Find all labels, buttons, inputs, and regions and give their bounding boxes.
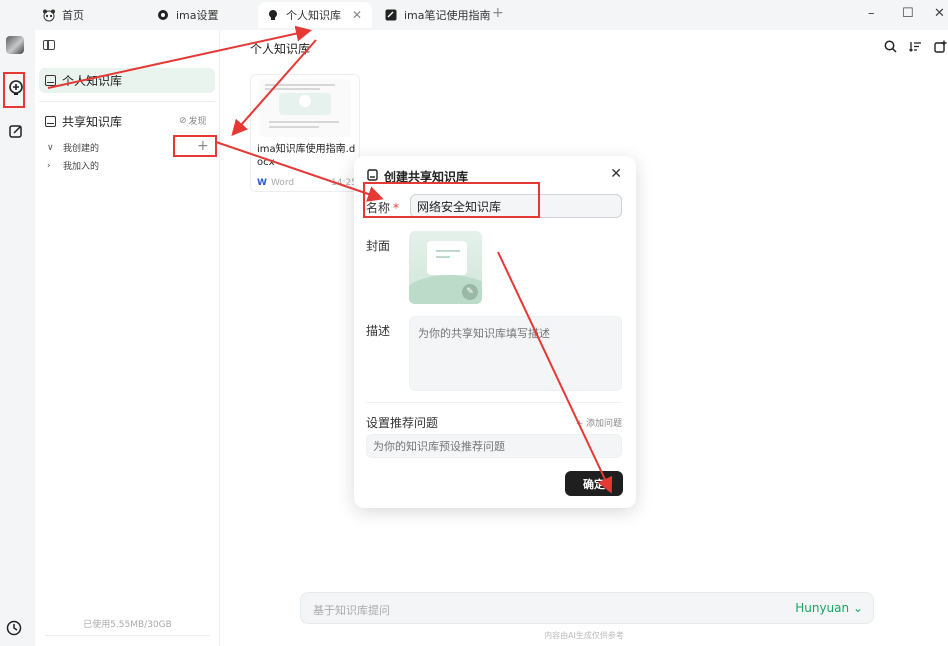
doc-type: W Word: [257, 178, 294, 188]
doc-card[interactable]: ima知识库使用指南.docx W Word 14:25: [250, 74, 360, 192]
kb-icon: [45, 75, 56, 86]
add-question-button[interactable]: + 添加问题: [576, 416, 622, 429]
dialog-title: 创建共享知识库: [384, 170, 469, 184]
gear-icon: [156, 8, 170, 22]
doc-name: ima知识库使用指南.docx: [257, 144, 356, 168]
ask-placeholder: 基于知识库提问: [313, 604, 390, 617]
sidebar: 个人知识库 共享知识库 ⊘ 发现 ∨ 我创建的 + › 我加入的 已使用5.55…: [35, 30, 220, 646]
sidebar-toggle-icon[interactable]: [43, 40, 55, 50]
storage-usage: 已使用5.55MB/30GB: [83, 620, 172, 630]
confirm-button[interactable]: 确定: [565, 471, 623, 496]
model-selector[interactable]: Hunyuan ⌄: [795, 601, 863, 615]
personal-kb-label: 个人知识库: [62, 74, 123, 88]
tab-home[interactable]: 首页: [34, 2, 92, 28]
ask-input[interactable]: 基于知识库提问 Hunyuan ⌄: [300, 592, 874, 624]
name-label-text: 名称: [366, 201, 391, 215]
created-by-me-label: 我创建的: [63, 144, 100, 154]
shared-kb-label: 共享知识库: [62, 115, 123, 129]
avatar[interactable]: [6, 36, 24, 54]
discover-link[interactable]: ⊘ 发现: [179, 114, 207, 128]
left-rail: [0, 30, 35, 646]
word-icon: W: [257, 178, 267, 188]
cover-image[interactable]: ✎: [409, 231, 482, 304]
questions-label: 设置推荐问题: [366, 416, 439, 430]
tab-notes-guide-label: ima笔记使用指南: [404, 9, 491, 22]
maximize-button[interactable]: ☐: [902, 6, 914, 21]
cover-label: 封面: [366, 239, 391, 253]
divider: [39, 101, 215, 102]
add-shared-kb-button[interactable]: +: [197, 138, 209, 154]
desc-input[interactable]: [409, 316, 622, 391]
divider: [366, 402, 622, 403]
model-label: Hunyuan: [795, 601, 850, 615]
main-toolbar: [884, 40, 947, 56]
ai-disclaimer: 内容由AI生成仅供参考: [544, 631, 624, 640]
tab-settings[interactable]: ima设置: [148, 2, 227, 28]
window-close-button[interactable]: ✕: [934, 6, 945, 21]
doc-thumbnail: [259, 79, 351, 137]
page-title: 个人知识库: [250, 42, 311, 56]
sidebar-item-shared-kb[interactable]: 共享知识库: [45, 113, 122, 130]
joined-label: 我加入的: [63, 162, 100, 172]
tab-notes-guide[interactable]: ima笔记使用指南: [376, 2, 499, 28]
edit-icon[interactable]: ✎: [462, 284, 478, 300]
bulb-icon: [266, 8, 280, 22]
history-clock-icon[interactable]: [6, 620, 22, 639]
chevron-right-icon: ›: [47, 160, 51, 171]
tab-personal-kb[interactable]: 个人知识库 ✕: [258, 2, 372, 28]
compass-icon: ⊘: [179, 115, 187, 126]
kb-icon: [45, 116, 56, 127]
new-tab-button[interactable]: +: [492, 5, 504, 21]
knowledge-base-icon[interactable]: [5, 77, 27, 99]
note-icon: [384, 8, 398, 22]
tab-home-label: 首页: [62, 9, 84, 22]
usage-divider: [45, 635, 210, 636]
upload-icon[interactable]: [934, 40, 947, 56]
desc-label: 描述: [366, 324, 391, 338]
close-icon[interactable]: ✕: [352, 8, 362, 22]
minimize-button[interactable]: –: [868, 6, 875, 21]
tab-bar: 首页 ima设置 个人知识库 ✕ ima笔记使用指南 + – ☐ ✕: [0, 0, 948, 30]
question-input[interactable]: [366, 434, 622, 458]
discover-label: 发现: [188, 117, 207, 127]
sidebar-item-personal-kb[interactable]: 个人知识库: [39, 68, 215, 93]
shared-kb-icon: [367, 169, 379, 184]
tab-personal-kb-label: 个人知识库: [286, 9, 341, 22]
tab-settings-label: ima设置: [176, 9, 219, 22]
required-mark: *: [393, 201, 400, 215]
chevron-down-icon: ∨: [47, 142, 54, 153]
name-input[interactable]: [410, 194, 622, 218]
name-label: 名称 *: [366, 199, 399, 216]
doc-type-label: Word: [270, 178, 295, 188]
tree-created-by-me[interactable]: ∨ 我创建的: [47, 141, 100, 155]
close-icon[interactable]: ✕: [610, 166, 622, 182]
edit-note-icon[interactable]: [5, 120, 27, 142]
tree-joined[interactable]: › 我加入的: [47, 159, 100, 173]
search-icon[interactable]: [884, 40, 897, 56]
sort-icon[interactable]: [909, 40, 922, 56]
create-shared-kb-dialog: 创建共享知识库 ✕ 名称* 封面 ✎ 描述 设置推荐问题 + 添加问题 确定: [354, 156, 636, 508]
panda-icon: [42, 8, 56, 22]
chevron-down-icon: ⌄: [852, 601, 863, 615]
